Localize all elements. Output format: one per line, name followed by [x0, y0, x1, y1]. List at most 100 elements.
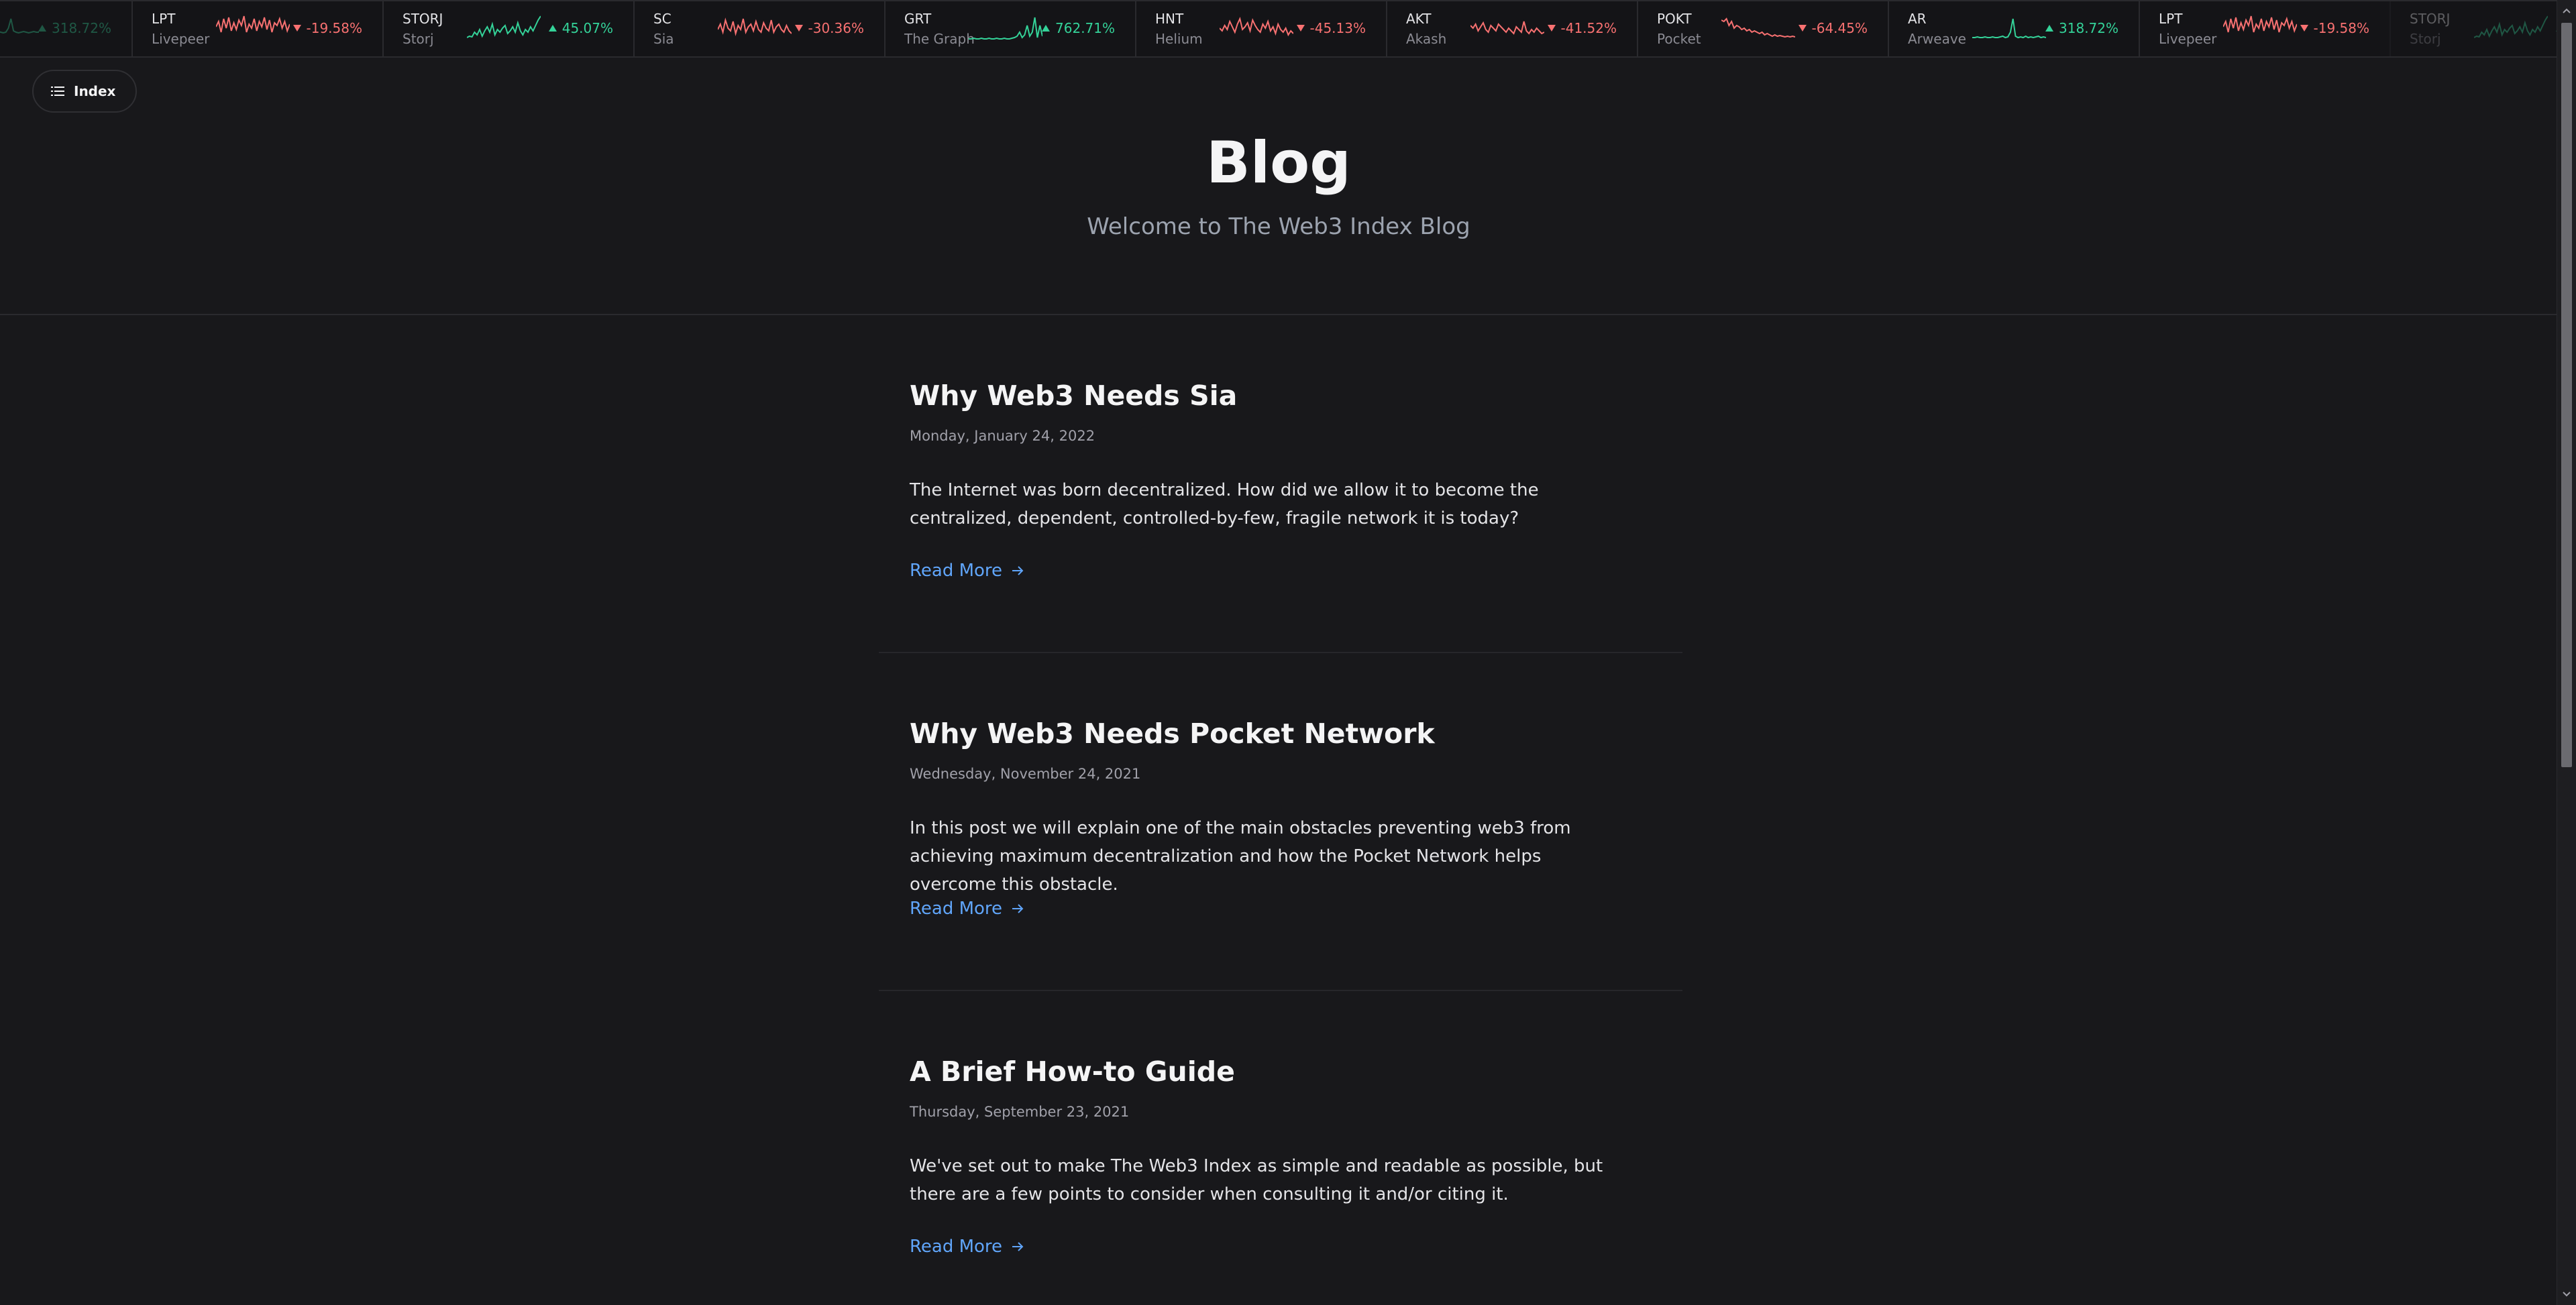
triangle-down-icon	[2300, 25, 2308, 32]
vertical-scrollbar[interactable]	[2557, 0, 2576, 1305]
ticker-item[interactable]: 318.72%	[0, 1, 131, 56]
read-more-label: Read More	[910, 561, 1003, 581]
page-subtitle: Welcome to The Web3 Index Blog	[1087, 213, 1470, 240]
ticker-item[interactable]: AR Arweave 318.72%	[1888, 1, 2139, 56]
ticker-name: Helium	[1155, 31, 1203, 47]
index-button[interactable]: Index	[32, 70, 138, 113]
ticker-name: Arweave	[1908, 31, 1966, 47]
sparkline-line	[1220, 16, 1293, 37]
ticker-item[interactable]: LPT Livepeer -19.58%	[2139, 1, 2390, 56]
ticker-change-value: 318.72%	[2059, 20, 2118, 36]
ticker-symbol: HNT	[1155, 11, 1184, 27]
post-excerpt: We've set out to make The Web3 Index as …	[910, 1156, 1603, 1204]
triangle-down-icon	[794, 25, 803, 32]
index-button-label: Index	[74, 83, 116, 99]
sparkline-chart	[718, 17, 792, 36]
ticker-symbol: STORJ	[402, 11, 443, 27]
ticker-item[interactable]: GRT The Graph 762.71%	[884, 1, 1135, 56]
triangle-up-icon	[1042, 25, 1051, 32]
ticker-name: Pocket	[1657, 31, 1701, 47]
ticker-change-value: -30.36%	[808, 20, 864, 36]
ticker-item[interactable]: SC Sia -30.36%	[633, 1, 884, 56]
sparkline-line	[969, 17, 1042, 40]
post-excerpt: In this post we will explain one of the …	[910, 818, 1571, 895]
sparkline-line	[467, 15, 541, 38]
ticker-change: -30.36%	[794, 20, 864, 36]
sparkline-chart	[1470, 21, 1544, 35]
post-title[interactable]: Why Web3 Needs Sia	[910, 380, 1237, 412]
sparkline-line	[1972, 18, 2046, 39]
ticker-symbol: POKT	[1657, 11, 1692, 27]
ticker-name: Livepeer	[152, 31, 210, 47]
ticker-change: 762.71%	[1042, 20, 1115, 36]
ticker-change: 318.72%	[38, 20, 111, 36]
arrow-right-icon	[1012, 566, 1024, 575]
sparkline-chart	[2223, 15, 2297, 34]
ticker-change-value: -19.58%	[2313, 20, 2369, 36]
sparkline-chart	[969, 17, 1042, 40]
sparkline-line	[2474, 15, 2548, 38]
ticker-change-value: 318.72%	[52, 20, 111, 36]
ticker-change-value: 762.71%	[1055, 20, 1115, 36]
ticker-change: 318.72%	[2045, 20, 2118, 36]
ticker-symbol: SC	[653, 11, 672, 27]
read-more-label: Read More	[910, 1237, 1003, 1257]
sparkline-chart	[0, 18, 39, 34]
ticker-name: Livepeer	[2159, 31, 2217, 47]
ticker-item[interactable]: STORJStorj45.07%	[2390, 1, 2557, 56]
scroll-up-arrow-icon[interactable]	[2557, 4, 2576, 17]
ticker-item[interactable]: POKT Pocket -64.45%	[1637, 1, 1888, 56]
page: 318.72% LPT Livepeer -19.58% STORJ Storj 45.07…	[0, 0, 2576, 1305]
page-title: Blog	[1206, 129, 1351, 196]
ticker-name: Storj	[2410, 31, 2441, 47]
ticker-item[interactable]: HNT Helium -45.13%	[1135, 1, 1386, 56]
post-card: A Brief How-to Guide Thursday, September…	[879, 991, 1682, 1305]
ticker-change-value: 45.07%	[561, 20, 613, 36]
ticker-symbol: AKT	[1406, 11, 1432, 27]
ticker-change: -45.13%	[1296, 20, 1366, 36]
ticker-item[interactable]: STORJ Storj 45.07%	[382, 1, 633, 56]
ticker-change-value: -64.45%	[1811, 20, 1868, 36]
triangle-down-icon	[292, 25, 301, 32]
triangle-up-icon	[548, 25, 557, 32]
ticker-change: -41.52%	[1547, 20, 1617, 36]
post-card: Why Web3 Needs Sia Monday, January 24, 2…	[879, 315, 1682, 653]
price-ticker: 318.72% LPT Livepeer -19.58% STORJ Storj 45.07…	[0, 0, 2557, 58]
read-more-link[interactable]: Read More	[910, 561, 1024, 581]
read-more-label: Read More	[910, 899, 1003, 919]
sparkline-line	[1721, 17, 1795, 38]
ticker-change: -64.45%	[1798, 20, 1868, 36]
ticker-change: -19.58%	[2300, 20, 2369, 36]
read-more-link[interactable]: Read More	[910, 1237, 1024, 1257]
ticker-symbol: GRT	[904, 11, 932, 27]
sparkline-chart	[1220, 16, 1293, 37]
ticker-name: Storj	[402, 31, 434, 47]
post-title[interactable]: Why Web3 Needs Pocket Network	[910, 718, 1435, 750]
ticker-symbol: LPT	[152, 11, 176, 27]
post-date: Monday, January 24, 2022	[910, 428, 1095, 444]
scrollbar-thumb[interactable]	[2561, 23, 2572, 767]
post-card: Why Web3 Needs Pocket Network Wednesday,…	[879, 653, 1682, 991]
ticker-symbol: STORJ	[2410, 11, 2451, 27]
ticker-name: Akash	[1406, 31, 1447, 47]
ticker-track: 318.72% LPT Livepeer -19.58% STORJ Storj 45.07…	[0, 1, 2557, 56]
post-date: Thursday, September 23, 2021	[910, 1104, 1130, 1120]
triangle-down-icon	[1296, 25, 1305, 32]
ticker-item[interactable]: LPT Livepeer -19.58%	[131, 1, 382, 56]
ticker-change: 45.07%	[548, 20, 613, 36]
triangle-down-icon	[1798, 25, 1807, 32]
post-list: Why Web3 Needs Sia Monday, January 24, 2…	[879, 315, 1682, 1305]
ticker-item[interactable]: AKT Akash -41.52%	[1386, 1, 1637, 56]
ticker-name: The Graph	[904, 31, 975, 47]
list-icon	[51, 87, 64, 96]
triangle-up-icon	[38, 25, 47, 32]
arrow-right-icon	[1012, 1242, 1024, 1251]
scroll-down-arrow-icon[interactable]	[2557, 1288, 2576, 1301]
post-title[interactable]: A Brief How-to Guide	[910, 1056, 1235, 1088]
triangle-up-icon	[2045, 25, 2054, 32]
read-more-link[interactable]: Read More	[910, 899, 1024, 919]
sparkline-chart	[216, 15, 290, 34]
ticker-name: Sia	[653, 31, 674, 47]
sparkline-line	[0, 18, 39, 34]
sparkline-line	[1470, 21, 1544, 35]
